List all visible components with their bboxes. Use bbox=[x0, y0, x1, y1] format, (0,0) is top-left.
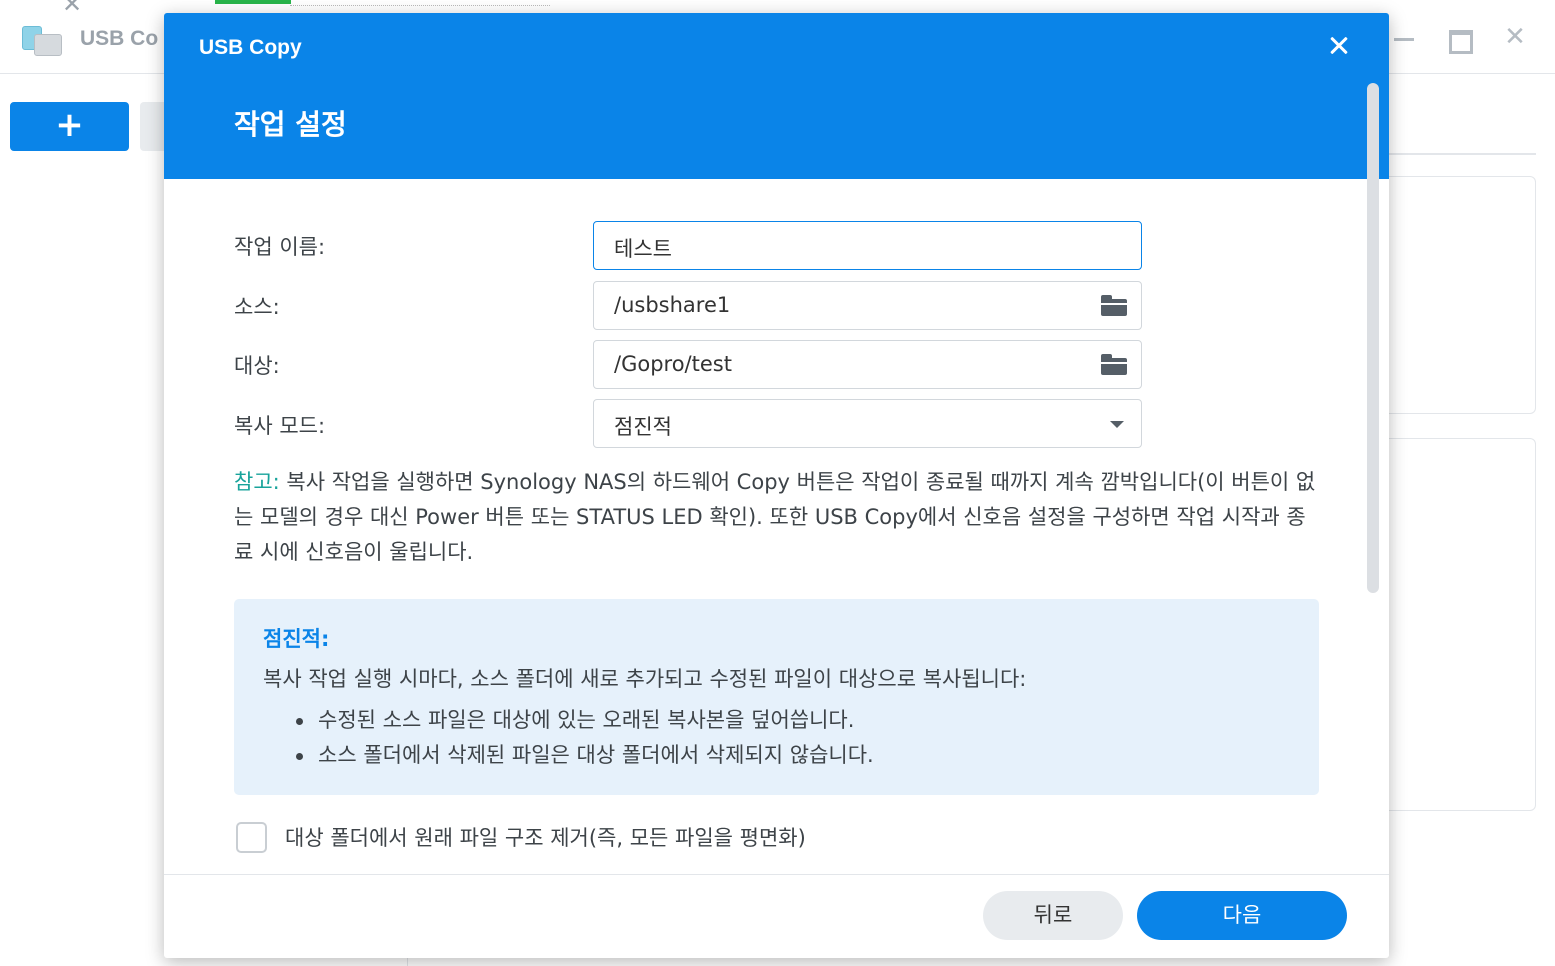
top-tab-strip bbox=[290, 0, 550, 6]
destination-label: 대상: bbox=[234, 354, 280, 378]
tab-close-icon[interactable]: ✕ bbox=[62, 0, 82, 18]
task-name-input[interactable]: 테스트 bbox=[593, 221, 1142, 270]
next-button[interactable]: 다음 bbox=[1137, 891, 1347, 940]
create-task-button[interactable]: + bbox=[10, 102, 129, 151]
usb-copy-app-icon bbox=[22, 22, 64, 58]
source-folder-icon[interactable] bbox=[1101, 295, 1127, 316]
info-bullet-list: 수정된 소스 파일은 대상에 있는 오래된 복사본을 덮어씁니다. 소스 폴더에… bbox=[296, 703, 874, 773]
toolbar-divider bbox=[1388, 153, 1536, 155]
source-input[interactable]: /usbshare1 bbox=[593, 281, 1142, 330]
copy-mode-value: 점진적 bbox=[614, 415, 672, 439]
chevron-down-icon bbox=[1110, 421, 1124, 428]
note-label: 참고: bbox=[234, 470, 280, 494]
info-title: 점진적: bbox=[263, 627, 330, 651]
list-item: 수정된 소스 파일은 대상에 있는 오래된 복사본을 덮어씁니다. bbox=[296, 703, 874, 738]
task-name-label: 작업 이름: bbox=[234, 235, 326, 259]
dialog-heading: 작업 설정 bbox=[234, 108, 347, 141]
task-name-value: 테스트 bbox=[614, 237, 672, 261]
destination-folder-icon[interactable] bbox=[1101, 354, 1127, 375]
task-settings-dialog: USB Copy 작업 설정 작업 이름: 테스트 소스: /usbshare1… bbox=[164, 13, 1389, 958]
dialog-scrollbar[interactable] bbox=[1367, 83, 1379, 593]
background-panel bbox=[1388, 438, 1536, 811]
active-tab-indicator bbox=[215, 0, 291, 4]
source-label: 소스: bbox=[234, 295, 280, 319]
copy-mode-select[interactable]: 점진적 bbox=[593, 399, 1142, 448]
destination-input[interactable]: /Gopro/test bbox=[593, 340, 1142, 389]
copy-mode-info-box: 점진적: 복사 작업 실행 시마다, 소스 폴더에 새로 추가되고 수정된 파일… bbox=[234, 599, 1319, 795]
destination-value: /Gopro/test bbox=[614, 352, 732, 376]
info-description: 복사 작업 실행 시마다, 소스 폴더에 새로 추가되고 수정된 파일이 대상으… bbox=[263, 667, 1027, 691]
background-panel bbox=[1388, 176, 1536, 414]
minimize-icon[interactable] bbox=[1392, 26, 1416, 50]
dialog-app-title: USB Copy bbox=[199, 36, 302, 59]
background-app-title: USB Co bbox=[80, 27, 159, 50]
footer-divider bbox=[164, 874, 1389, 875]
flatten-structure-label[interactable]: 대상 폴더에서 원래 파일 구조 제거(즉, 모든 파일을 평면화) bbox=[285, 822, 806, 852]
dialog-close-icon[interactable] bbox=[1324, 31, 1354, 61]
copy-mode-label: 복사 모드: bbox=[234, 414, 326, 438]
flatten-structure-checkbox[interactable] bbox=[236, 822, 267, 853]
note-text: 참고: 복사 작업을 실행하면 Synology NAS의 하드웨어 Copy … bbox=[234, 465, 1319, 570]
note-body: 복사 작업을 실행하면 Synology NAS의 하드웨어 Copy 버튼은 … bbox=[234, 470, 1316, 564]
back-button[interactable]: 뒤로 bbox=[983, 891, 1123, 940]
list-item: 소스 폴더에서 삭제된 파일은 대상 폴더에서 삭제되지 않습니다. bbox=[296, 738, 874, 773]
dialog-header: USB Copy 작업 설정 bbox=[164, 13, 1389, 179]
source-value: /usbshare1 bbox=[614, 293, 731, 317]
window-close-icon[interactable]: ✕ bbox=[1503, 24, 1527, 50]
maximize-icon[interactable] bbox=[1447, 26, 1473, 54]
